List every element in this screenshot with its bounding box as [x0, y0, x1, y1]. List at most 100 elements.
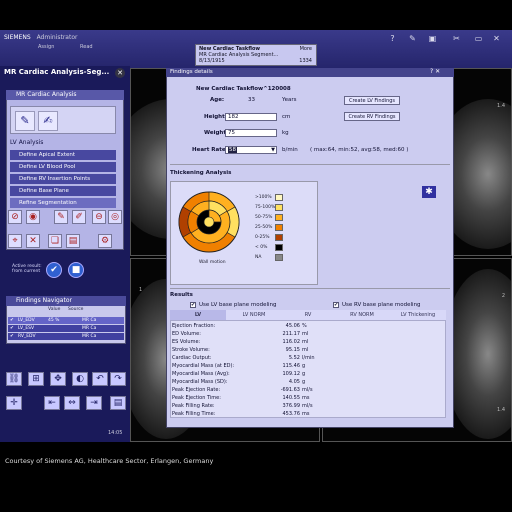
erase-icon[interactable]: ⊖ [92, 210, 106, 224]
findings-row[interactable]: ✔ LV_ESV MR Ca [8, 325, 124, 332]
close-icon[interactable]: ✕ [492, 34, 501, 43]
check-icon[interactable]: ✔ [10, 333, 14, 340]
thickening-title: Thickening Analysis [170, 170, 232, 176]
settings-icon[interactable]: ⚙ [98, 234, 112, 248]
result-name: Myocardial Mass (SD): [172, 379, 228, 385]
result-name: Peak Ejection Time: [172, 395, 221, 401]
credit-caption: Courtesy of Siemens AG, Healthcare Secto… [5, 457, 214, 465]
settings-icon[interactable]: ✱ [422, 186, 436, 198]
result-value: -691.63 [280, 387, 300, 393]
result-name: Peak Ejection Rate: [172, 387, 221, 393]
result-unit: l/min [302, 355, 315, 361]
chevron-down-icon[interactable]: ▼ [271, 147, 275, 154]
taskflow-number: 1334 [299, 58, 312, 64]
undo-icon[interactable]: ↶ [92, 372, 108, 386]
weight-unit: kg [282, 130, 289, 136]
cine-icon[interactable]: ⇔ [64, 396, 80, 410]
findings-row[interactable]: ✔ RV_EDV MR Ca [8, 333, 124, 340]
window-icon[interactable]: ▣ [428, 34, 437, 43]
prev-frame-icon[interactable]: ⇤ [44, 396, 60, 410]
result-value: 4.05 [288, 379, 300, 385]
result-row: ED Volume: 211.17 ml [172, 330, 332, 338]
findings-navigator-title: Findings Navigator [6, 296, 126, 306]
tab-lv[interactable]: LV [170, 310, 226, 320]
result-value: 116.02 [282, 339, 301, 345]
tab-rv-norm[interactable]: RV NORM [334, 310, 390, 320]
move-icon[interactable]: ✛ [6, 396, 22, 410]
heart-rate-stats: ( max:64, min:52, avg:58, med:60 ) [310, 147, 409, 153]
result-value: 5.52 [288, 355, 300, 361]
pen-icon[interactable]: ✎ [54, 210, 68, 224]
next-frame-icon[interactable]: ⇥ [86, 396, 102, 410]
taskflow-more[interactable]: More [300, 46, 312, 52]
result-name: ES Volume: [172, 339, 201, 345]
check-icon[interactable]: ✔ [10, 317, 14, 324]
step-refine-segmentation[interactable]: Refine Segmentation [10, 198, 116, 208]
result-row: Myocardial Mass (Avg): 109.12 g [172, 370, 332, 378]
result-row: ES Volume: 116.02 ml [172, 338, 332, 346]
tools-icon[interactable]: ✂ [452, 34, 461, 43]
height-field[interactable]: 182 [225, 113, 277, 121]
result-value: 453.76 [282, 411, 301, 417]
age-unit: Years [282, 97, 297, 103]
stop-icon[interactable]: ■ [68, 262, 84, 278]
tab-rv[interactable]: RV [282, 310, 334, 320]
tab-lv-norm[interactable]: LV NORM [226, 310, 282, 320]
create-lv-findings-button[interactable]: Create LV Findings [344, 96, 400, 105]
viewport-number: 2 [501, 293, 505, 299]
rv-base-plane-checkbox[interactable]: ✔ [333, 302, 339, 308]
edit-contour-icon[interactable]: ✍ [38, 111, 58, 131]
result-value: 376.99 [282, 403, 301, 409]
pan-icon[interactable]: ✥ [50, 372, 66, 386]
check-icon[interactable]: ✔ [10, 325, 14, 332]
folder-icon[interactable]: ▭ [474, 34, 483, 43]
close-icon[interactable]: ✕ [115, 68, 125, 78]
edit-icon[interactable]: ✎ [408, 34, 417, 43]
nav-read[interactable]: Read [80, 44, 93, 50]
weight-field[interactable]: 75 [225, 129, 277, 137]
result-unit: g [302, 363, 306, 369]
taskflow-popup[interactable]: New Cardiac Taskflow MR Cardiac Analysis… [195, 44, 317, 66]
help-icon[interactable]: ? [388, 34, 397, 43]
segment-tool-icon[interactable]: ✎ [15, 111, 35, 131]
result-unit: % [302, 323, 307, 329]
result-row: Stroke Volume: 95.15 ml [172, 346, 332, 354]
fill-icon[interactable]: ◎ [108, 210, 122, 224]
legend-label: >100% [255, 195, 272, 200]
move-icon[interactable]: ⌖ [8, 234, 22, 248]
tab-lv-thickening[interactable]: LV Thickening [390, 310, 446, 320]
create-rv-findings-button[interactable]: Create RV Findings [344, 112, 400, 121]
result-row: Peak Filling Time: 453.76 ms [172, 410, 332, 418]
findings-row[interactable]: ✔ LV_EDV 45 % MR Ca [8, 317, 124, 324]
divider [170, 164, 450, 165]
ellipse-icon[interactable]: ◉ [26, 210, 40, 224]
window-level-icon[interactable]: ◐ [72, 372, 88, 386]
confirm-icon[interactable]: ✔ [46, 262, 62, 278]
result-unit: ml/s [302, 387, 313, 393]
step-apical-extent[interactable]: Define Apical Extent [10, 150, 116, 160]
print-icon[interactable]: ▤ [110, 396, 126, 410]
legend-swatch [275, 224, 283, 231]
copy-icon[interactable]: ❏ [48, 234, 62, 248]
step-lv-blood-pool[interactable]: Define LV Blood Pool [10, 162, 116, 172]
lv-base-plane-checkbox[interactable]: ✔ [190, 302, 196, 308]
step-base-plane[interactable]: Define Base Plane [10, 186, 116, 196]
nav-assign[interactable]: Assign [38, 44, 54, 50]
divider [170, 288, 450, 289]
link-icon[interactable]: ⛓ [6, 372, 22, 386]
step-rv-insertion[interactable]: Define RV Insertion Points [10, 174, 116, 184]
draw-icon[interactable]: ⊘ [8, 210, 22, 224]
heart-rate-select[interactable]: 58 ▼ [225, 146, 277, 154]
paste-icon[interactable]: ▤ [66, 234, 80, 248]
result-row: Myocardial Mass (SD): 4.05 g [172, 378, 332, 386]
finding-name: RV_EDV [18, 334, 36, 339]
brush-icon[interactable]: ✐ [72, 210, 86, 224]
result-name: Myocardial Mass (Avg): [172, 371, 230, 377]
dialog-controls[interactable]: ? ✕ [430, 68, 440, 75]
result-name: Stroke Volume: [172, 347, 210, 353]
zoom-fit-icon[interactable]: ⊞ [28, 372, 44, 386]
redo-icon[interactable]: ↷ [110, 372, 126, 386]
delete-icon[interactable]: ✕ [26, 234, 40, 248]
result-name: ED Volume: [172, 331, 201, 337]
result-value: 211.17 [282, 331, 301, 337]
